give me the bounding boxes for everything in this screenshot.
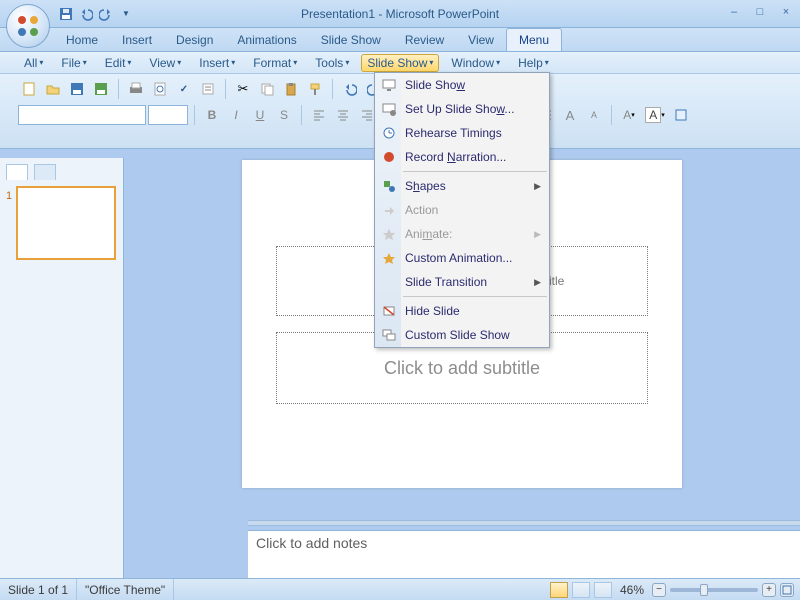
status-theme: "Office Theme" — [77, 579, 174, 600]
menu-file[interactable]: File▾ — [55, 54, 92, 72]
notes-pane[interactable]: Click to add notes — [248, 530, 800, 578]
slides-tab[interactable] — [6, 164, 28, 180]
outline-tab[interactable] — [34, 164, 56, 180]
zoom-out-button[interactable]: − — [652, 583, 666, 597]
saveas-icon[interactable] — [90, 78, 112, 100]
shapes-icon — [380, 177, 398, 195]
preview-icon[interactable] — [149, 78, 171, 100]
shrink-font-icon[interactable]: A — [583, 104, 605, 126]
dmi-transition[interactable]: Slide Transition▶ — [375, 270, 549, 294]
copy-icon[interactable] — [256, 78, 278, 100]
star-icon — [380, 249, 398, 267]
print-icon[interactable] — [125, 78, 147, 100]
close-button[interactable]: × — [778, 4, 794, 20]
custom-show-icon — [380, 326, 398, 344]
status-slide-info: Slide 1 of 1 — [0, 579, 77, 600]
menu-all[interactable]: All▾ — [18, 54, 49, 72]
save-icon[interactable] — [66, 78, 88, 100]
tab-animations[interactable]: Animations — [225, 29, 308, 51]
font-size-combo[interactable] — [148, 105, 188, 125]
office-button[interactable] — [6, 4, 50, 48]
dmi-slide-show[interactable]: Slide Show — [375, 73, 549, 97]
slide-show-dropdown: Slide Show Set Up Slide Show... Rehearse… — [374, 72, 550, 348]
dmi-set-up[interactable]: Set Up Slide Show... — [375, 97, 549, 121]
slide-panel: 1 — [0, 158, 124, 578]
zoom-label: 46% — [620, 583, 644, 597]
menu-help[interactable]: Help▾ — [512, 54, 555, 72]
ribbon-tab-strip: Home Insert Design Animations Slide Show… — [0, 28, 800, 52]
menu-tools[interactable]: Tools▾ — [309, 54, 355, 72]
qat-dropdown-icon[interactable]: ▼ — [118, 6, 134, 22]
action-icon — [380, 201, 398, 219]
tab-design[interactable]: Design — [164, 29, 225, 51]
tab-home[interactable]: Home — [54, 29, 110, 51]
save-icon[interactable] — [58, 6, 74, 22]
dmi-shapes[interactable]: Shapes▶ — [375, 174, 549, 198]
zoom-slider[interactable] — [670, 588, 758, 592]
tab-view[interactable]: View — [456, 29, 506, 51]
format-painter-icon[interactable] — [304, 78, 326, 100]
new-icon[interactable] — [18, 78, 40, 100]
sorter-view-button[interactable] — [572, 582, 590, 598]
paste-icon[interactable] — [280, 78, 302, 100]
record-icon — [380, 148, 398, 166]
fit-button[interactable] — [780, 583, 794, 597]
normal-view-button[interactable] — [550, 582, 568, 598]
tab-slide-show[interactable]: Slide Show — [309, 29, 393, 51]
hide-icon — [380, 302, 398, 320]
undo-icon[interactable] — [339, 78, 361, 100]
dmi-animate: Animate:▶ — [375, 222, 549, 246]
highlight-icon[interactable]: A▾ — [642, 104, 668, 126]
dmi-action: Action — [375, 198, 549, 222]
title-bar: ▼ Presentation1 - Microsoft PowerPoint –… — [0, 0, 800, 28]
quick-access-toolbar: ▼ — [58, 6, 134, 22]
animate-icon — [380, 225, 398, 243]
font-color-icon[interactable]: A▾ — [618, 104, 640, 126]
shadow-icon[interactable]: S — [273, 104, 295, 126]
design-icon[interactable] — [670, 104, 692, 126]
underline-icon[interactable]: U — [249, 104, 271, 126]
grow-font-icon[interactable]: A — [559, 104, 581, 126]
slide-thumbnail[interactable]: 1 — [16, 186, 116, 260]
align-left-icon[interactable] — [308, 104, 330, 126]
dmi-record[interactable]: Record Narration... — [375, 145, 549, 169]
font-name-combo[interactable] — [18, 105, 146, 125]
status-bar: Slide 1 of 1 "Office Theme" 46% − + — [0, 578, 800, 600]
menu-edit[interactable]: Edit▾ — [99, 54, 138, 72]
undo-icon[interactable] — [78, 6, 94, 22]
minimize-button[interactable]: – — [726, 4, 742, 20]
dmi-hide-slide[interactable]: Hide Slide — [375, 299, 549, 323]
bold-icon[interactable]: B — [201, 104, 223, 126]
menu-window[interactable]: Window▾ — [445, 54, 506, 72]
zoom-in-button[interactable]: + — [762, 583, 776, 597]
align-center-icon[interactable] — [332, 104, 354, 126]
thumb-number: 1 — [6, 190, 12, 202]
menu-view[interactable]: View▾ — [143, 54, 187, 72]
italic-icon[interactable]: I — [225, 104, 247, 126]
slideshow-view-button[interactable] — [594, 582, 612, 598]
tab-menu[interactable]: Menu — [506, 28, 562, 51]
menu-slide-show[interactable]: Slide Show▾ — [361, 54, 439, 72]
restore-button[interactable]: □ — [752, 4, 768, 20]
cut-icon[interactable]: ✂ — [232, 78, 254, 100]
dmi-custom-animation[interactable]: Custom Animation... — [375, 246, 549, 270]
menu-insert[interactable]: Insert▾ — [193, 54, 241, 72]
spellcheck-icon[interactable]: ✓ — [173, 78, 195, 100]
tab-insert[interactable]: Insert — [110, 29, 164, 51]
classic-menu-bar: All▾ File▾ Edit▾ View▾ Insert▾ Format▾ T… — [0, 52, 800, 74]
dmi-rehearse[interactable]: Rehearse Timings — [375, 121, 549, 145]
research-icon[interactable] — [197, 78, 219, 100]
menu-format[interactable]: Format▾ — [247, 54, 303, 72]
tab-review[interactable]: Review — [393, 29, 456, 51]
dmi-custom-show[interactable]: Custom Slide Show — [375, 323, 549, 347]
redo-icon[interactable] — [98, 6, 114, 22]
open-icon[interactable] — [42, 78, 64, 100]
clock-icon — [380, 124, 398, 142]
monitor-icon — [380, 76, 398, 94]
setup-icon — [380, 100, 398, 118]
